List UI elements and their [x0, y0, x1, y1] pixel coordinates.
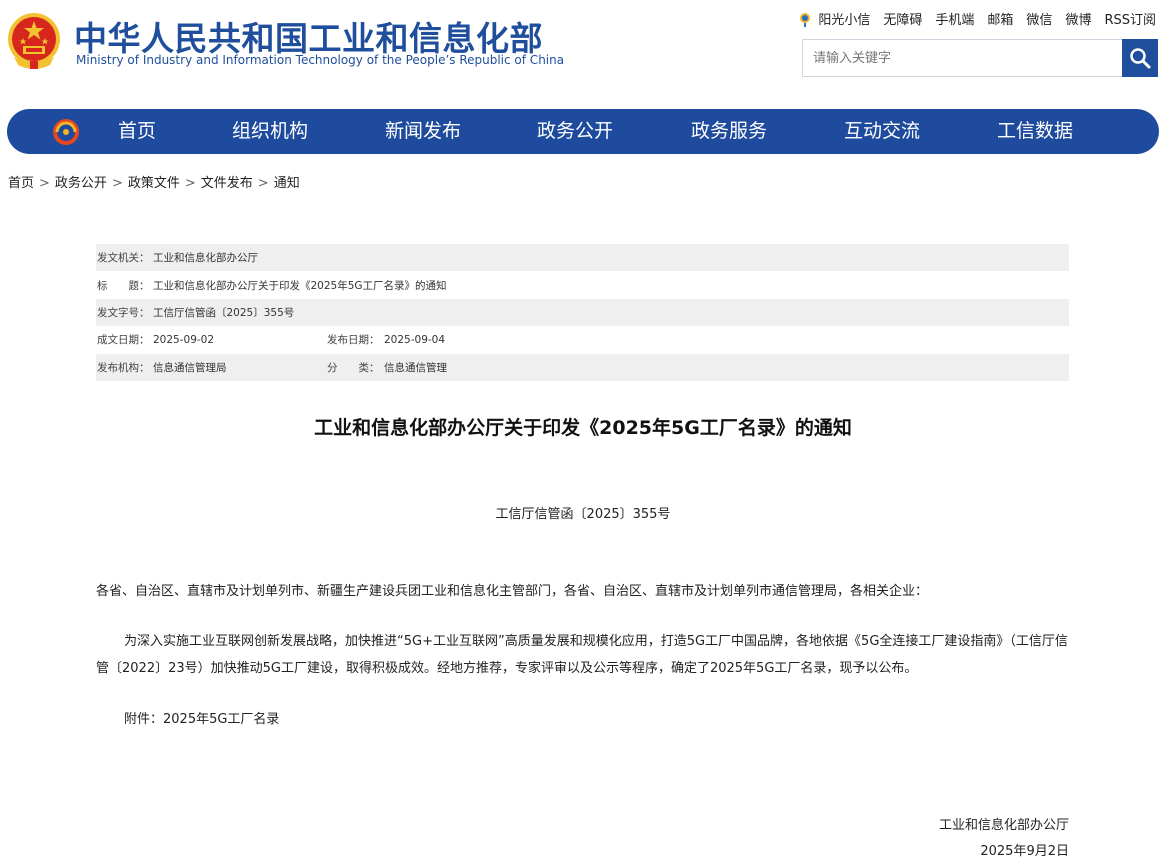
nav-gov-affairs[interactable]: 政务公开 — [537, 109, 613, 154]
meta-label: 成文日期： — [97, 334, 150, 347]
meta-issuer: 工业和信息化部办公厅 — [153, 252, 258, 265]
breadcrumb-separator: > — [111, 176, 123, 191]
meta-published-date: 2025-09-04 — [384, 333, 446, 346]
meta-row-issuer: 发文机关： 工业和信息化部办公厅 — [96, 244, 1069, 272]
article-date: 2025年9月2日 — [980, 844, 1069, 859]
meta-written-date: 2025-09-02 — [153, 333, 215, 346]
meta-row-docno: 发文字号： 工信厅信管函〔2025〕355号 — [96, 298, 1069, 327]
meta-org: 信息通信管理局 — [153, 361, 227, 374]
breadcrumb-home[interactable]: 首页 — [8, 176, 34, 191]
toplink-wechat[interactable]: 微信 — [1026, 9, 1052, 28]
nav-data[interactable]: 工信数据 — [997, 109, 1073, 154]
search-icon — [1130, 48, 1151, 69]
meta-docno: 工信厅信管函〔2025〕355号 — [153, 306, 295, 319]
meta-label: 发文字号： — [97, 306, 150, 319]
search-button[interactable] — [1122, 39, 1158, 77]
nav-interaction[interactable]: 互动交流 — [844, 109, 920, 154]
meta-row-dates: 成文日期： 2025-09-02 发布日期： 2025-09-04 — [96, 326, 1069, 353]
toplink-rss[interactable]: RSS订阅 — [1104, 9, 1156, 28]
nav-news[interactable]: 新闻发布 — [385, 109, 461, 154]
nav-organization[interactable]: 组织机构 — [232, 109, 308, 154]
nav-gov-services[interactable]: 政务服务 — [691, 109, 767, 154]
top-links: 阳光小信 无障碍 手机端 邮箱 微信 微博 RSS订阅 — [783, 9, 1156, 28]
meta-label: 分 类： — [327, 361, 380, 374]
article-title: 工业和信息化部办公厅关于印发《2025年5G工厂名录》的通知 — [314, 417, 852, 439]
breadcrumb-separator: > — [184, 176, 196, 191]
breadcrumb: 首页 > 政务公开 > 政策文件 > 文件发布 > 通知 — [8, 172, 300, 191]
article-paragraph-recipients: 各省、自治区、直辖市及计划单列市、新疆生产建设兵团工业和信息化主管部门，各省、自… — [96, 584, 929, 599]
site-subtitle: Ministry of Industry and Information Tec… — [76, 53, 565, 67]
meta-category: 信息通信管理 — [384, 361, 447, 374]
meta-label: 标 题： — [97, 279, 150, 292]
article-signature: 工业和信息化部办公厅 — [938, 818, 1069, 833]
breadcrumb-notice[interactable]: 通知 — [274, 176, 300, 191]
breadcrumb-gov-affairs[interactable]: 政务公开 — [55, 176, 107, 191]
breadcrumb-publish[interactable]: 文件发布 — [201, 176, 253, 191]
miit-logo-icon — [53, 119, 79, 145]
main-nav: 首页 组织机构 新闻发布 政务公开 政务服务 互动交流 工信数据 — [7, 109, 1159, 154]
breadcrumb-separator: > — [257, 176, 269, 191]
search-input[interactable] — [803, 40, 1123, 76]
meta-label: 发布机构： — [97, 361, 150, 374]
toplink-mail[interactable]: 邮箱 — [987, 9, 1013, 28]
toplink-weibo[interactable]: 微博 — [1065, 9, 1091, 28]
toplink-accessibility[interactable]: 无障碍 — [883, 9, 922, 28]
search-box — [802, 39, 1158, 77]
article-attachment[interactable]: 附件：2025年5G工厂名录 — [96, 706, 1071, 733]
article-paragraph-body: 为深入实施工业互联网创新发展战略，加快推进“5G+工业互联网”高质量发展和规模化… — [96, 634, 1068, 676]
meta-row-title: 标 题： 工业和信息化部办公厅关于印发《2025年5G工厂名录》的通知 — [96, 271, 1069, 298]
nav-home[interactable]: 首页 — [118, 109, 156, 154]
document-number: 工信厅信管函〔2025〕355号 — [495, 507, 671, 522]
meta-label: 发文机关： — [97, 252, 150, 265]
document-meta-table: 发文机关： 工业和信息化部办公厅 标 题： 工业和信息化部办公厅关于印发《202… — [96, 244, 1069, 381]
meta-title: 工业和信息化部办公厅关于印发《2025年5G工厂名录》的通知 — [153, 279, 447, 292]
toplink-label: 阳光小信 — [818, 13, 871, 28]
toplink-mobile[interactable]: 手机端 — [935, 9, 974, 28]
breadcrumb-separator: > — [39, 176, 50, 191]
toplink-sunshine[interactable]: 阳光小信 — [796, 9, 870, 28]
sunshine-icon — [800, 12, 811, 27]
meta-row-org: 发布机构： 信息通信管理局 分 类： 信息通信管理 — [96, 353, 1069, 381]
breadcrumb-policy[interactable]: 政策文件 — [128, 176, 180, 191]
national-emblem — [6, 11, 62, 71]
meta-label: 发布日期： — [327, 334, 380, 347]
